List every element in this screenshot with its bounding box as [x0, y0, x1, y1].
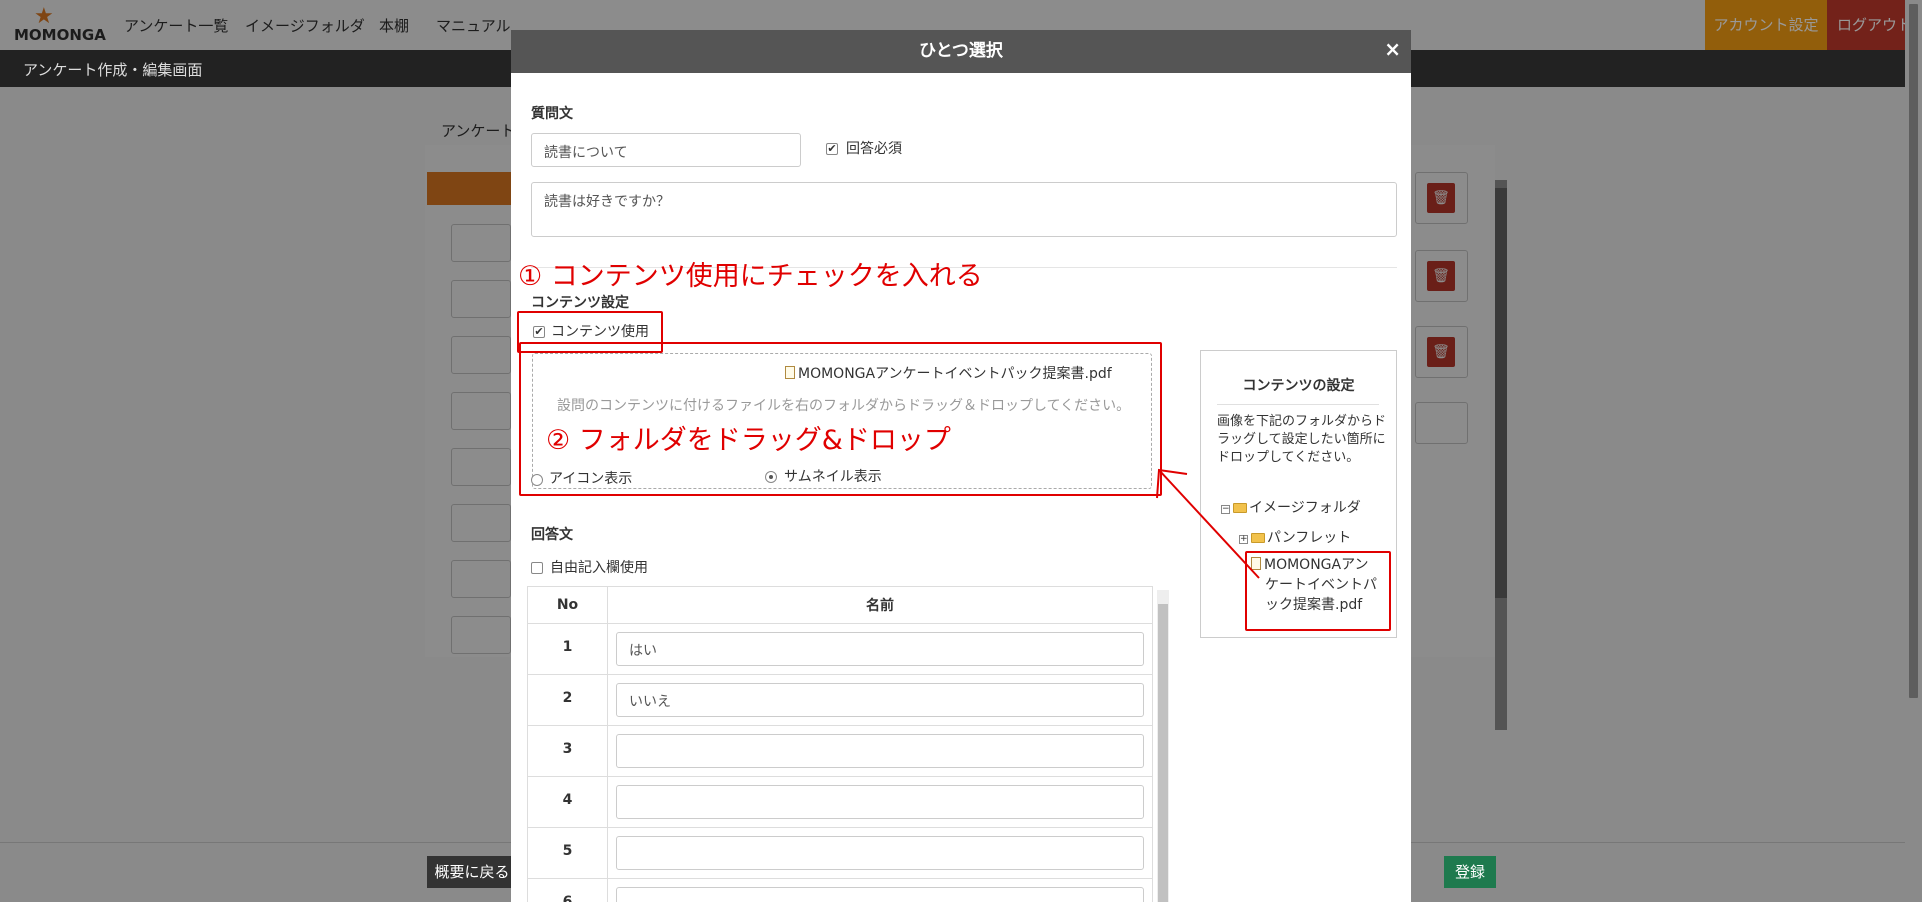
table-header: No 名前	[527, 586, 1153, 624]
question-row[interactable]	[451, 280, 511, 318]
question-row[interactable]	[451, 504, 511, 542]
answer-input[interactable]	[616, 785, 1144, 819]
question-actions: 🗑	[1415, 172, 1468, 224]
answers-label: 回答文	[531, 527, 573, 543]
divider	[1217, 404, 1379, 405]
account-settings-button[interactable]: アカウント設定	[1705, 0, 1827, 50]
back-to-overview-button[interactable]: 概要に戻る	[427, 856, 517, 888]
row-no: 2	[527, 674, 608, 726]
row-no: 3	[527, 725, 608, 777]
page-scrollbar[interactable]	[1905, 0, 1922, 902]
table-scrollbar[interactable]	[1157, 590, 1169, 902]
free-entry-checkbox[interactable]	[531, 562, 543, 574]
page-title: アンケート作成・編集画面	[23, 61, 203, 79]
required-checkbox[interactable]: ✔	[826, 143, 838, 155]
nav-manual[interactable]: マニュアル	[436, 15, 511, 36]
trash-icon[interactable]: 🗑	[1427, 337, 1455, 367]
required-label: 回答必須	[846, 141, 902, 157]
table-row: 1 はい	[527, 623, 1153, 675]
side-panel-title: コンテンツの設定	[1242, 378, 1355, 394]
tree-folder-label: パンフレット	[1267, 530, 1352, 546]
col-no-header: No	[527, 586, 608, 624]
question-row[interactable]	[451, 336, 511, 374]
row-no: 6	[527, 878, 608, 902]
panel-scrollbar-thumb[interactable]	[1495, 188, 1507, 598]
question-row[interactable]	[451, 224, 511, 262]
table-row: 5	[527, 827, 1153, 879]
modal-title: ひとつ選択	[919, 41, 1003, 61]
answers-table: No 名前 1 はい 2 いいえ 3 4 5 6	[527, 586, 1153, 902]
annotation-step2: ② フォルダをドラッグ&ドロップ	[546, 425, 951, 456]
table-row: 4	[527, 776, 1153, 828]
free-entry-label: 自由記入欄使用	[550, 560, 648, 576]
question-actions	[1415, 402, 1468, 444]
question-actions: 🗑	[1415, 250, 1468, 302]
survey-tab[interactable]: アンケート	[441, 120, 515, 141]
question-label: 質問文	[531, 106, 573, 122]
table-row: 6	[527, 878, 1153, 902]
annotation-arrow-icon	[1156, 468, 1260, 579]
row-no: 5	[527, 827, 608, 879]
star-icon: ★	[34, 4, 54, 29]
question-title-input[interactable]: 読書について	[531, 133, 801, 167]
row-no: 1	[527, 623, 608, 675]
trash-icon[interactable]: 🗑	[1427, 261, 1455, 291]
question-row[interactable]	[451, 560, 511, 598]
register-button[interactable]: 登録	[1444, 856, 1496, 888]
annotation-step1: ① コンテンツ使用にチェックを入れる	[518, 261, 983, 292]
table-row: 2 いいえ	[527, 674, 1153, 726]
question-actions: 🗑	[1415, 326, 1468, 378]
table-row: 3	[527, 725, 1153, 777]
answer-input[interactable]	[616, 734, 1144, 768]
question-row[interactable]	[451, 616, 511, 654]
content-settings-label: コンテンツ設定	[531, 295, 629, 311]
question-row[interactable]	[451, 448, 511, 486]
table-scrollbar-thumb[interactable]	[1158, 604, 1168, 902]
close-icon[interactable]: ×	[1384, 34, 1401, 64]
answer-input[interactable]: はい	[616, 632, 1144, 666]
modal-header: ひとつ選択 ×	[511, 30, 1411, 73]
col-name-header: 名前	[607, 586, 1153, 624]
nav-survey-list[interactable]: アンケート一覧	[124, 15, 228, 36]
page-scrollbar-thumb[interactable]	[1909, 4, 1918, 698]
nav-image-folder[interactable]: イメージフォルダ	[245, 15, 365, 36]
answer-input[interactable]: いいえ	[616, 683, 1144, 717]
answer-input[interactable]	[616, 836, 1144, 870]
question-row[interactable]	[451, 392, 511, 430]
nav-bookshelf[interactable]: 本棚	[379, 15, 409, 36]
row-no: 4	[527, 776, 608, 828]
trash-icon[interactable]: 🗑	[1427, 183, 1455, 213]
question-body-textarea[interactable]: 読書は好きですか？	[531, 182, 1397, 237]
single-choice-modal: ひとつ選択 × 質問文 読書について ✔ 回答必須 読書は好きですか？ コンテン…	[511, 30, 1411, 902]
side-panel-description: 画像を下記のフォルダからドラッグして設定したい箇所にドロップしてください。	[1217, 414, 1387, 465]
momonga-logo[interactable]: ★ MOMONGA	[12, 4, 106, 46]
answer-input[interactable]	[616, 887, 1144, 902]
